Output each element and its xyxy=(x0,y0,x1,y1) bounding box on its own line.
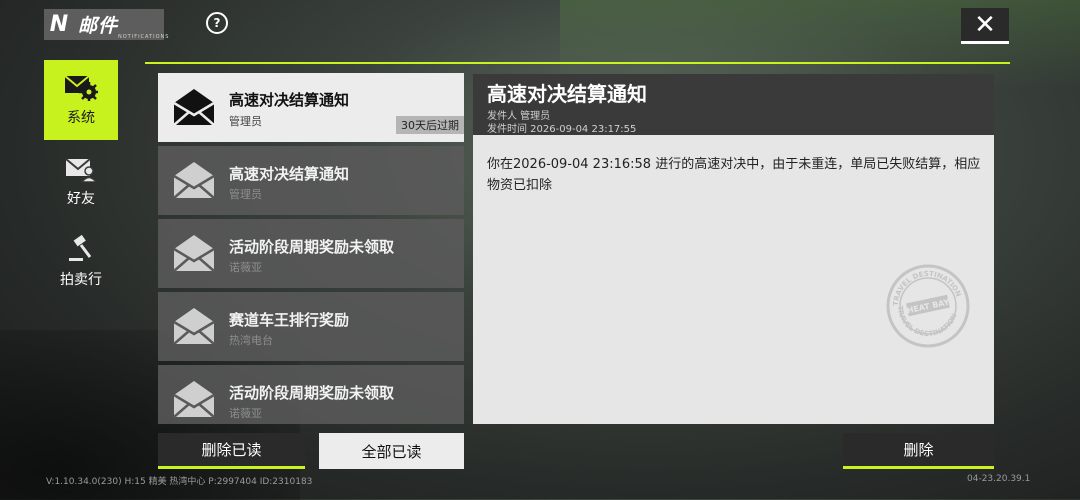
sidebar-item-label: 拍卖行 xyxy=(60,272,102,288)
sidebar-item-auction[interactable]: 拍卖行 xyxy=(44,222,118,302)
delete-button[interactable]: 删除 xyxy=(843,433,994,469)
header-divider xyxy=(145,62,1010,64)
envelope-icon xyxy=(173,162,215,199)
mail-title: 高速对决结算通知 xyxy=(229,165,350,183)
mail-sender: 管理员 xyxy=(229,115,262,128)
mail-detail-header: 高速对决结算通知 发件人 管理员 发件时间 2026-09-04 23:17:5… xyxy=(473,74,994,135)
page-subtitle: NOTIFICATIONS xyxy=(118,34,170,40)
envelope-icon xyxy=(173,308,215,345)
mail-detail-title: 高速对决结算通知 xyxy=(487,82,647,106)
gavel-icon xyxy=(69,235,92,261)
build-info: 04-23.20.39.1 xyxy=(967,474,1031,484)
sidebar-item-label: 好友 xyxy=(67,191,95,207)
mail-sender: 管理员 xyxy=(229,188,262,201)
travel-stamp-icon: TRAVEL DESTINATION TRAVEL DESTINATION HE… xyxy=(886,264,970,348)
envelope-icon xyxy=(173,89,215,126)
logo-icon: N xyxy=(49,12,69,37)
page-title-box: N 邮件 NOTIFICATIONS xyxy=(44,9,168,40)
help-icon[interactable]: ? xyxy=(206,12,228,34)
mail-gear-icon xyxy=(64,75,98,101)
mail-sender: 诺薇亚 xyxy=(229,261,262,274)
sidebar-item-friends[interactable]: 好友 xyxy=(44,142,118,222)
envelope-icon xyxy=(173,381,215,418)
mail-list-item[interactable]: 活动阶段周期奖励未领取 诺薇亚 xyxy=(158,219,464,288)
mail-title: 活动阶段周期奖励未领取 xyxy=(229,384,395,402)
mail-detail-body: 你在2026-09-04 23:16:58 进行的高速对决中，由于未重连，单局已… xyxy=(487,157,981,193)
mail-sender: 热湾电台 xyxy=(229,334,273,347)
mail-list-item[interactable]: 赛道车王排行奖励 热湾电台 xyxy=(158,292,464,361)
envelope-icon xyxy=(173,235,215,272)
mail-detail-panel: 高速对决结算通知 发件人 管理员 发件时间 2026-09-04 23:17:5… xyxy=(473,74,994,424)
expire-badge: 30天后过期 xyxy=(396,116,464,134)
mail-detail-time: 发件时间 2026-09-04 23:17:55 xyxy=(487,124,637,135)
version-info: V:1.10.34.0(230) H:15 精美 热湾中心 P:2997404 … xyxy=(46,477,313,487)
mail-list-item[interactable]: 高速对决结算通知 管理员 30天后过期 xyxy=(158,73,464,142)
mark-all-read-button[interactable]: 全部已读 xyxy=(319,433,464,469)
close-button[interactable]: ✕ xyxy=(961,8,1009,44)
sidebar-item-system[interactable]: 系统 xyxy=(44,60,118,140)
mail-list-item[interactable]: 高速对决结算通知 管理员 xyxy=(158,146,464,215)
mail-title: 活动阶段周期奖励未领取 xyxy=(229,238,395,256)
mail-sender: 诺薇亚 xyxy=(229,407,262,420)
mail-title: 赛道车王排行奖励 xyxy=(229,311,350,329)
delete-read-button[interactable]: 删除已读 xyxy=(158,433,305,469)
mail-person-icon xyxy=(65,158,97,182)
page-title: 邮件 xyxy=(78,15,119,37)
mail-list-item[interactable]: 活动阶段周期奖励未领取 诺薇亚 xyxy=(158,365,464,424)
mail-title: 高速对决结算通知 xyxy=(229,91,350,109)
sidebar-item-label: 系统 xyxy=(67,110,95,126)
